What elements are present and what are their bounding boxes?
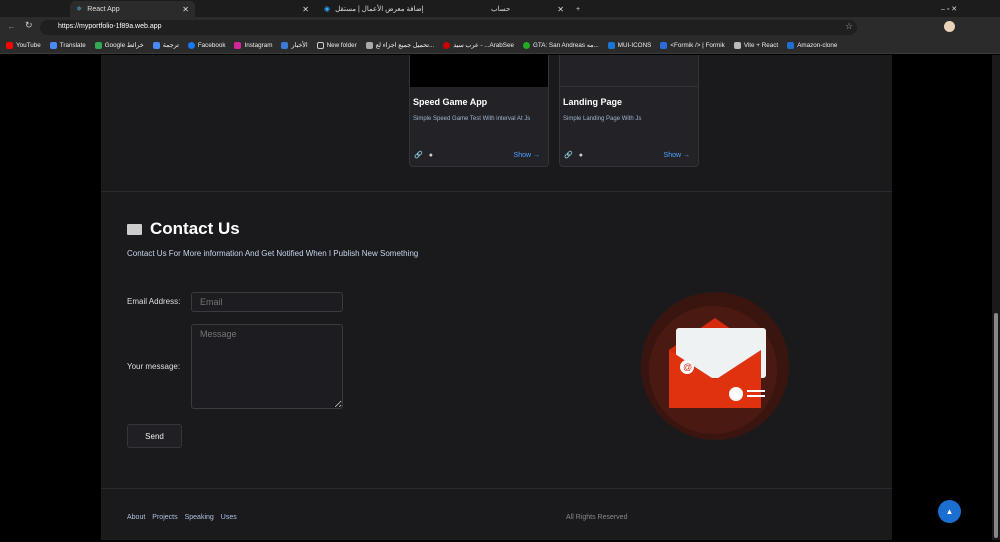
scrollbar[interactable]	[992, 55, 1000, 540]
footer-link-uses[interactable]: Uses	[221, 514, 237, 521]
avatar[interactable]	[944, 21, 955, 32]
link-icon[interactable]: 🔗	[564, 151, 573, 159]
close-tab-icon[interactable]: ✕	[557, 5, 564, 14]
bookmark-vite[interactable]: Vite + React	[733, 41, 778, 49]
show-link[interactable]: Show →	[664, 152, 690, 159]
github-icon[interactable]: ●	[579, 152, 583, 159]
bookmark-news[interactable]: الأخبار	[281, 41, 308, 49]
address-bar: ← ↻ https://myportfolio-1f89a.web.app ☆	[0, 17, 1000, 38]
email-label: Email Address:	[127, 297, 181, 306]
send-button[interactable]: Send	[127, 424, 182, 448]
portfolio-page: Speed Game App Simple Speed Game Test Wi…	[101, 55, 892, 540]
footer-link-about[interactable]: About	[127, 514, 145, 521]
scroll-to-top-button[interactable]: ▲	[938, 500, 961, 523]
copyright: All Rights Reserved	[566, 514, 628, 521]
bookmark-new-folder[interactable]: New folder	[316, 41, 357, 49]
close-tab-icon[interactable]: ✕	[302, 5, 309, 14]
footer-link-speaking[interactable]: Speaking	[185, 514, 214, 521]
footer-link-projects[interactable]: Projects	[152, 514, 177, 521]
tab-react-app[interactable]: ⚛ React App ✕	[70, 1, 195, 17]
project-description: Simple Speed Game Test With interval At …	[413, 116, 531, 122]
bookmark-tarjama[interactable]: ترجمة	[152, 41, 179, 49]
back-icon[interactable]: ←	[7, 21, 16, 31]
github-icon[interactable]: ●	[429, 152, 433, 159]
bookmark-mui-icons[interactable]: MUI-ICONS	[607, 41, 651, 49]
project-title: Landing Page	[563, 97, 623, 107]
bookmark-translate[interactable]: Translate	[49, 41, 86, 49]
bookmark-gta[interactable]: GTA: San Andreas مه...	[522, 41, 599, 49]
react-icon: ⚛	[76, 6, 83, 13]
divider	[101, 191, 892, 192]
email-input[interactable]	[191, 292, 343, 312]
footer-divider	[101, 488, 892, 489]
envelope-icon	[127, 223, 142, 235]
bookmark-facebook[interactable]: Facebook	[187, 41, 225, 49]
url-input[interactable]: https://myportfolio-1f89a.web.app	[40, 20, 857, 35]
show-link[interactable]: Show →	[514, 152, 540, 159]
bookmark-maps[interactable]: Google خرائط	[94, 41, 144, 49]
footer-links: About Projects Speaking Uses	[127, 514, 237, 521]
tab-2[interactable]: ✕	[195, 1, 315, 17]
bookmark-arabseed[interactable]: عرب سيد - ...ArabSee	[443, 41, 514, 49]
window-controls[interactable]: – ▫ ✕	[935, 1, 963, 17]
project-card: Landing Page Simple Landing Page With Js…	[559, 55, 699, 167]
bookmark-formik[interactable]: <Formik /> | Formik	[660, 41, 725, 49]
bookmark-instagram[interactable]: Instagram	[234, 41, 272, 49]
favorite-star-icon[interactable]: ☆	[845, 21, 853, 32]
message-label: Your message:	[127, 362, 181, 371]
bookmark-youtube[interactable]: YouTube	[6, 41, 41, 49]
contact-heading: Contact Us	[127, 219, 240, 239]
tab-mostaql[interactable]: ◉ إضافة معرض الأعمال | مستقل	[318, 1, 443, 17]
close-tab-icon[interactable]: ✕	[182, 5, 189, 14]
link-icon[interactable]: 🔗	[414, 151, 423, 159]
project-title: Speed Game App	[413, 97, 488, 107]
refresh-icon[interactable]: ↻	[25, 20, 33, 31]
contact-subtitle: Contact Us For More information And Get …	[127, 249, 419, 258]
site-icon: ◉	[324, 6, 331, 13]
svg-text:@: @	[683, 362, 692, 372]
message-textarea[interactable]	[191, 324, 343, 409]
tab-4[interactable]: حساب ✕	[445, 1, 570, 17]
project-image	[560, 55, 698, 87]
project-description: Simple Landing Page With Js	[563, 116, 642, 122]
bookmark-games[interactable]: تحميل جميع اجزاء لع...	[365, 41, 434, 49]
mail-illustration: @	[641, 292, 789, 440]
bookmark-amazon-clone[interactable]: Amazon-clone	[787, 41, 837, 49]
project-image	[410, 55, 548, 87]
project-card: Speed Game App Simple Speed Game Test Wi…	[409, 55, 549, 167]
tab-bar: ⚛ React App ✕ ✕ ◉ إضافة معرض الأعمال | مستق…	[0, 0, 1000, 17]
new-tab-button[interactable]: +	[570, 1, 586, 17]
bookmarks-bar: YouTube Translate Google خرائط ترجمة Fac…	[0, 38, 1000, 54]
